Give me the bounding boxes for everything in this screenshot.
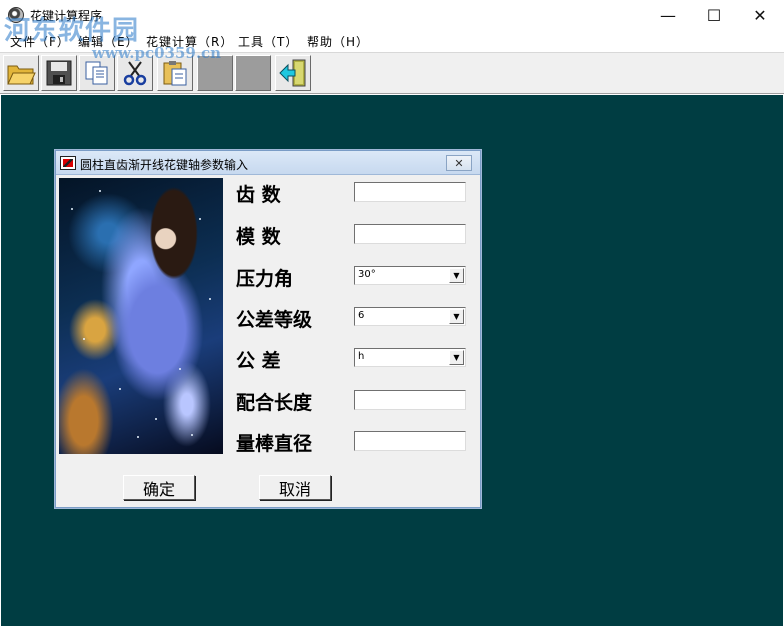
tolerance-value: h bbox=[358, 351, 365, 362]
close-button[interactable]: ✕ bbox=[737, 0, 783, 30]
fit-length-input[interactable] bbox=[354, 390, 466, 410]
menu-file[interactable]: 文件（F） bbox=[10, 33, 70, 50]
copy-icon bbox=[85, 61, 108, 85]
pressure-angle-select[interactable]: 30° ▼ bbox=[354, 266, 466, 285]
tolerance-select[interactable]: h ▼ bbox=[354, 348, 466, 367]
cut-scissors-icon bbox=[123, 61, 147, 86]
menu-tools[interactable]: 工具（T） bbox=[238, 33, 298, 50]
ok-button[interactable]: 确定 bbox=[123, 475, 195, 500]
menu-edit[interactable]: 编辑（E） bbox=[78, 33, 139, 50]
paste-button[interactable] bbox=[157, 55, 193, 91]
label-module: 模 数 bbox=[236, 226, 281, 248]
label-tooth-count: 齿 数 bbox=[236, 184, 281, 206]
save-disk-icon bbox=[46, 60, 72, 86]
app-icon bbox=[8, 7, 24, 23]
exit-door-icon bbox=[279, 59, 306, 87]
save-button[interactable] bbox=[41, 55, 77, 91]
tolerance-grade-select[interactable]: 6 ▼ bbox=[354, 307, 466, 326]
paste-icon bbox=[163, 61, 187, 86]
copy-button[interactable] bbox=[79, 55, 115, 91]
cut-button[interactable] bbox=[117, 55, 153, 91]
cancel-button[interactable]: 取消 bbox=[259, 475, 331, 500]
open-folder-icon bbox=[7, 65, 36, 85]
menu-spline-calc[interactable]: 花键计算（R） bbox=[146, 33, 233, 50]
decorative-picture bbox=[59, 178, 223, 454]
window-titlebar: 花键计算程序 — ☐ ✕ bbox=[0, 0, 784, 30]
menu-help[interactable]: 帮助（H） bbox=[307, 33, 369, 50]
dropdown-arrow-icon[interactable]: ▼ bbox=[449, 268, 464, 283]
tooth-count-input[interactable] bbox=[354, 182, 466, 202]
disabled-tool-button-1[interactable] bbox=[197, 55, 233, 91]
parameter-dialog: 圆柱直齿渐开线花键轴参数输入 ✕ 齿 数 模 数 压力角 公差等级 公 差 配合… bbox=[55, 150, 481, 508]
dropdown-arrow-icon[interactable]: ▼ bbox=[449, 309, 464, 324]
dialog-close-button[interactable]: ✕ bbox=[446, 155, 472, 171]
disabled-tool-button-2[interactable] bbox=[235, 55, 271, 91]
label-tolerance-grade: 公差等级 bbox=[236, 309, 313, 331]
module-input[interactable] bbox=[354, 224, 466, 244]
label-pressure-angle: 压力角 bbox=[236, 268, 294, 290]
tolerance-grade-value: 6 bbox=[358, 310, 365, 321]
label-fit-length: 配合长度 bbox=[236, 392, 313, 414]
dialog-title: 圆柱直齿渐开线花键轴参数输入 bbox=[80, 158, 249, 172]
window-title: 花键计算程序 bbox=[30, 9, 103, 23]
open-button[interactable] bbox=[3, 55, 39, 91]
pressure-angle-value: 30° bbox=[358, 269, 376, 280]
exit-button[interactable] bbox=[275, 55, 311, 91]
label-pin-diameter: 量棒直径 bbox=[236, 433, 313, 455]
pin-diameter-input[interactable] bbox=[354, 431, 466, 451]
maximize-button[interactable]: ☐ bbox=[691, 0, 737, 30]
minimize-button[interactable]: — bbox=[645, 0, 691, 30]
label-tolerance: 公 差 bbox=[236, 350, 281, 372]
dialog-app-icon bbox=[60, 156, 76, 170]
dropdown-arrow-icon[interactable]: ▼ bbox=[449, 350, 464, 365]
dialog-titlebar: 圆柱直齿渐开线花键轴参数输入 ✕ bbox=[56, 151, 480, 175]
